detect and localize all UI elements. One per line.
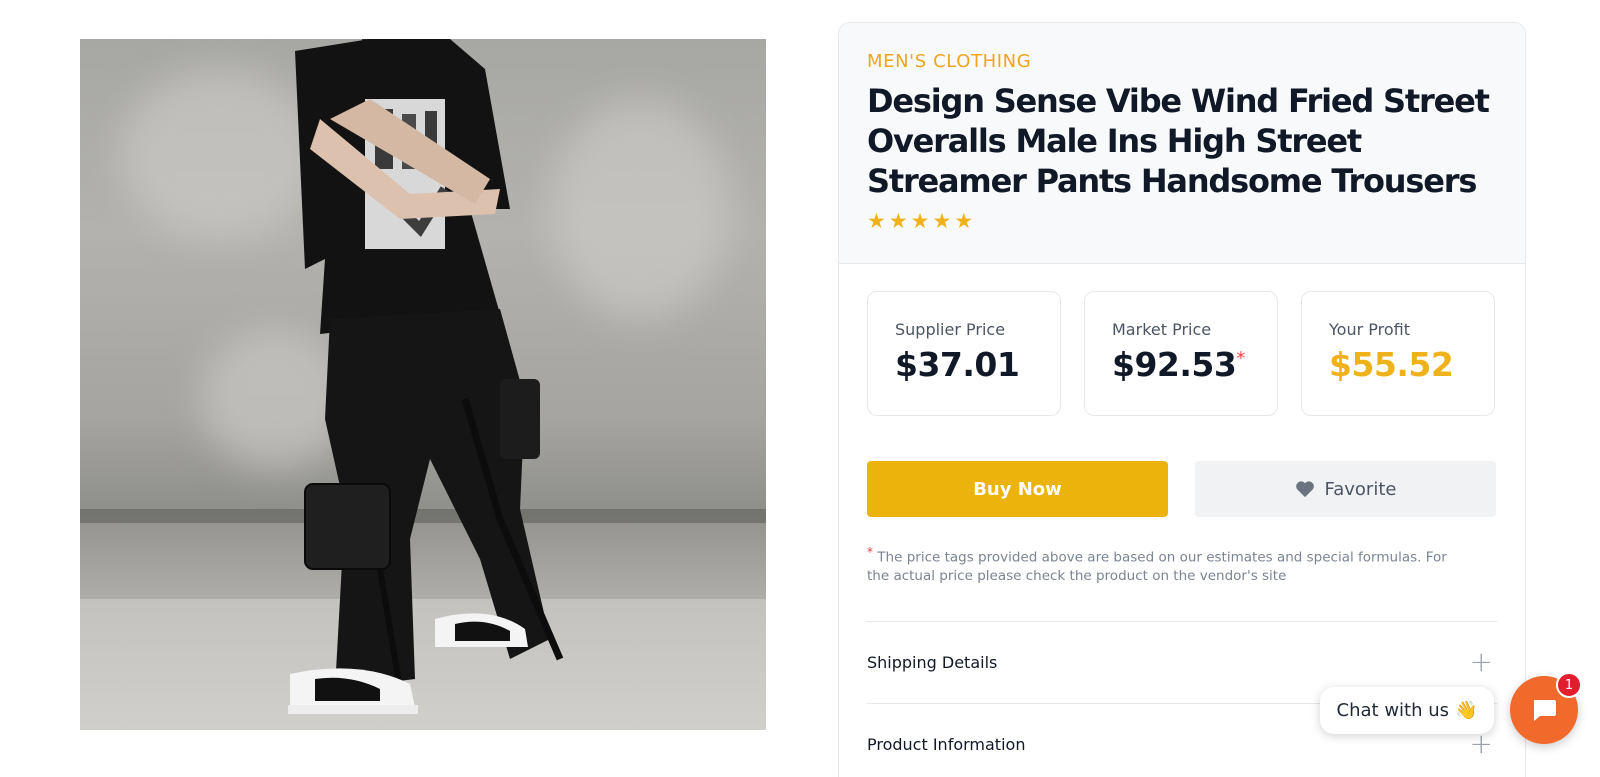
action-buttons: Buy Now Favorite (839, 416, 1525, 517)
product-image[interactable] (80, 39, 766, 730)
buy-now-button[interactable]: Buy Now (867, 461, 1168, 517)
accordion-title: Shipping Details (867, 652, 998, 672)
rating-stars: ★ ★ ★ ★ ★ (867, 209, 1497, 233)
star-icon: ★ (867, 209, 886, 233)
star-icon: ★ (910, 209, 930, 233)
star-icon: ★ (932, 209, 952, 233)
profit-label: Your Profit (1329, 320, 1410, 339)
market-price-value-row: $92.53* (1112, 345, 1277, 384)
market-price-value: $92.53 (1112, 345, 1237, 384)
product-header: MEN'S CLOTHING Design Sense Vibe Wind Fr… (839, 23, 1525, 264)
price-disclaimer: * The price tags provided above are base… (839, 517, 1499, 585)
supplier-price-label: Supplier Price (895, 320, 1006, 339)
wave-icon: 👋 (1455, 700, 1478, 721)
favorite-button[interactable]: Favorite (1195, 461, 1496, 517)
chat-bubble-icon (1534, 700, 1556, 721)
accordion-title: Product Information (867, 734, 1026, 754)
product-category[interactable]: MEN'S CLOTHING (867, 51, 1497, 72)
profit-value: $55.52 (1329, 345, 1454, 384)
star-icon: ★ (888, 209, 908, 233)
plus-icon[interactable]: + (1470, 730, 1493, 758)
disclaimer-text: The price tags provided above are based … (867, 549, 1447, 584)
product-details-card: MEN'S CLOTHING Design Sense Vibe Wind Fr… (838, 22, 1526, 777)
supplier-price-box: Supplier Price $37.01 (867, 291, 1061, 416)
market-price-asterisk: * (1236, 348, 1245, 369)
heart-icon (1295, 481, 1314, 498)
market-price-box: Market Price $92.53* (1084, 291, 1278, 416)
supplier-price-value: $37.01 (895, 345, 1020, 384)
disclaimer-asterisk: * (867, 545, 873, 559)
profit-box: Your Profit $55.52 (1301, 291, 1495, 416)
favorite-label: Favorite (1324, 478, 1397, 500)
chat-prompt[interactable]: Chat with us 👋 (1320, 687, 1494, 734)
star-icon: ★ (954, 209, 974, 233)
product-title: Design Sense Vibe Wind Fried Street Over… (867, 82, 1490, 200)
plus-icon[interactable]: + (1470, 648, 1493, 676)
model-figure (288, 39, 564, 714)
price-summary: Supplier Price $37.01 Market Price $92.5… (839, 264, 1525, 416)
market-price-label: Market Price (1112, 320, 1212, 339)
chat-label: Chat with us (1336, 700, 1450, 721)
chat-notification-badge: 1 (1556, 672, 1582, 698)
